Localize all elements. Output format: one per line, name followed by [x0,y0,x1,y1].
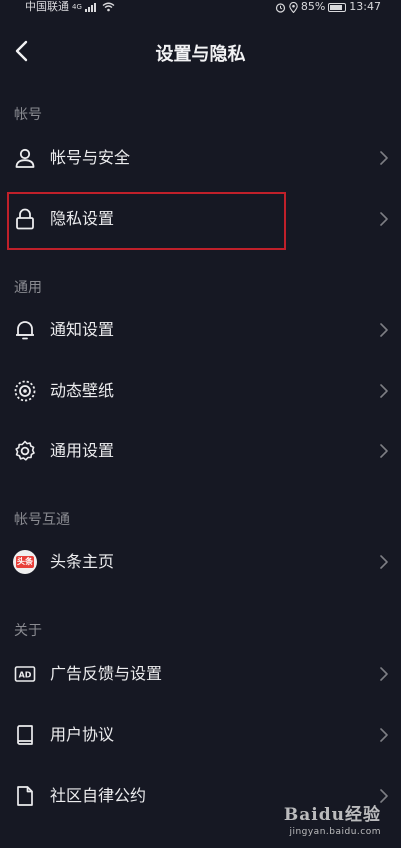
watermark-url: jingyan.baidu.com [289,827,381,837]
row-label: 通用设置 [50,441,115,460]
location-icon [289,1,298,13]
row-label: 通知设置 [50,320,115,339]
chevron-right-icon [380,151,388,165]
chevron-right-icon [380,555,388,569]
highlight-frame [7,192,286,250]
status-left: 中国联通 4G [25,0,115,14]
watermark-logo: Baidu经验 [283,805,381,825]
battery-percent: 85% [300,0,326,13]
section-header-account: 帐号 [14,107,42,123]
chevron-right-icon [380,444,388,458]
wifi-icon [102,2,115,12]
status-right: 85% 13:47 [275,0,381,14]
chevron-right-icon [380,728,388,742]
row-label: 社区自律公约 [50,786,147,805]
settings-row-user-agreement[interactable]: 用户协议 [0,710,401,760]
alarm-icon [275,2,285,13]
section-header-about: 关于 [14,623,42,639]
row-label: 用户协议 [50,725,115,744]
nav-bar: 设置与隐私 [0,28,401,76]
status-bar: 中国联通 4G 85% 13:47 [0,0,401,16]
network-type: 4G [72,3,82,11]
settings-row-general[interactable]: 通用设置 [0,426,401,476]
row-label: 动态壁纸 [50,381,115,400]
watermark: Baidu经验 jingyan.baidu.com [284,800,381,837]
carrier-name: 中国联通 [25,0,69,13]
user-icon [15,148,35,168]
settings-row-ad-feedback[interactable]: AD 广告反馈与设置 [0,649,401,699]
settings-row-live-wallpaper[interactable]: 动态壁纸 [0,366,401,416]
settings-row-notifications[interactable]: 通知设置 [0,305,401,355]
gear-icon [15,440,35,461]
toutiao-badge-text: 头条 [16,556,34,568]
bell-icon [16,321,34,340]
document-icon [17,786,33,806]
chevron-right-icon [380,212,388,226]
ad-icon: AD [14,666,36,682]
signal-icon [84,3,96,12]
chevron-right-icon [380,323,388,337]
clock-time: 13:47 [349,0,381,13]
book-icon [17,725,33,745]
page-title: 设置与隐私 [155,44,246,65]
section-header-linked-accounts: 帐号互通 [14,512,70,528]
live-wallpaper-icon [14,380,36,402]
row-label: 头条主页 [50,552,115,571]
toutiao-icon: 头条 [13,550,37,574]
settings-row-account-security[interactable]: 帐号与安全 [0,133,401,183]
settings-row-toutiao-homepage[interactable]: 头条 头条主页 [0,537,401,587]
chevron-right-icon [380,667,388,681]
svg-text:AD: AD [19,671,32,680]
chevron-right-icon [380,384,388,398]
row-label: 帐号与安全 [50,148,131,167]
row-label: 广告反馈与设置 [50,664,163,683]
battery-icon [328,2,347,12]
section-header-general: 通用 [14,280,42,296]
